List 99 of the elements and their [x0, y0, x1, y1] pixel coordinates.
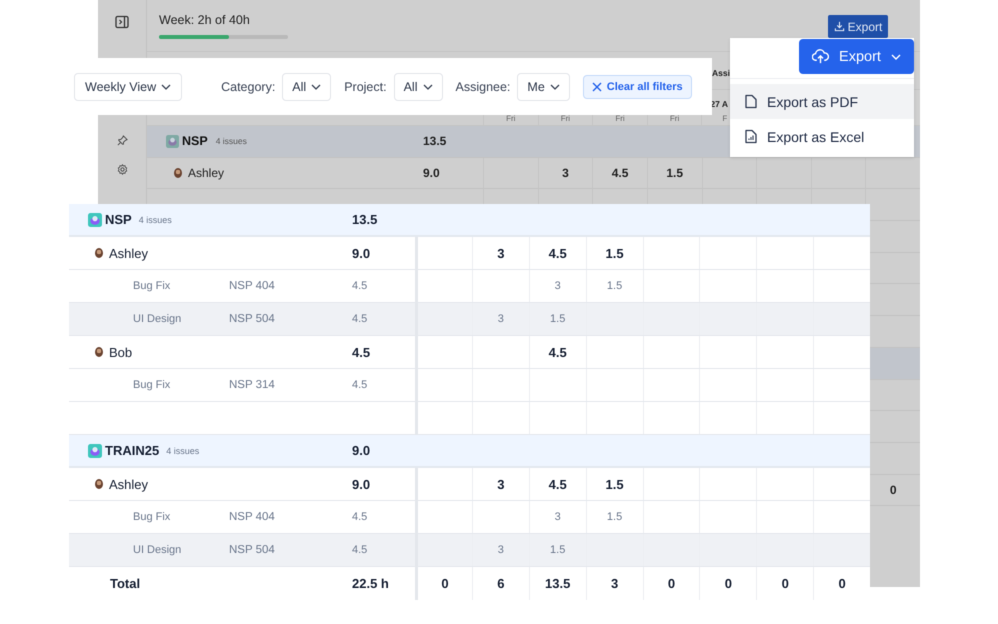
export-button[interactable]: Export	[799, 39, 914, 74]
project-name: NSP	[105, 212, 132, 227]
hours-total: 4.5	[352, 379, 368, 391]
table-cell: 4.5	[528, 237, 586, 269]
chevron-down-icon	[161, 84, 172, 90]
person-name: Ashley	[109, 246, 148, 260]
project-icon	[166, 134, 179, 148]
hours-total: 4.5	[352, 344, 370, 360]
filter-label: Category:	[221, 80, 276, 94]
chevron-down-icon	[550, 84, 560, 90]
hours-total: 13.5	[423, 134, 446, 148]
table-cell: 4.5	[528, 468, 586, 500]
hours-total: 9.0	[352, 476, 370, 492]
project-icon	[88, 212, 102, 226]
issue-count: 4 issues	[138, 214, 172, 224]
avatar-icon	[95, 347, 103, 357]
hours-total: 9.0	[352, 246, 370, 260]
table-cell: 1.5	[646, 158, 702, 188]
table-cell: 3	[528, 501, 586, 533]
table-cell: 1.5	[586, 237, 642, 269]
hours-total: 22.5 h	[352, 576, 389, 591]
project-name: TRAIN25	[105, 443, 160, 458]
task-type: UI Design	[133, 313, 182, 325]
cloud-upload-icon	[812, 49, 830, 64]
issue-key: NSP 314	[229, 379, 275, 391]
export-button[interactable]: Export	[828, 15, 888, 38]
chevron-down-icon	[890, 54, 901, 60]
table-cell: 3	[472, 237, 529, 269]
filter-dropdown[interactable]: All	[394, 72, 442, 100]
weekday-label: F	[722, 114, 728, 123]
table-cell: 1.5	[586, 468, 642, 500]
table-cell: 1.5	[528, 534, 586, 566]
table-cell: 0	[415, 567, 472, 600]
task-type: UI Design	[133, 544, 182, 556]
download-icon	[834, 21, 845, 32]
chevron-down-icon	[311, 84, 322, 90]
table-cell: 4.5	[592, 158, 647, 188]
filter-dropdown[interactable]: Me	[517, 72, 570, 100]
chevron-down-icon	[422, 84, 432, 90]
avatar-icon	[95, 248, 103, 258]
hours-total: 9.0	[352, 443, 370, 458]
table-cell: 3	[472, 468, 529, 500]
menu-item[interactable]: Export as PDF	[730, 84, 914, 119]
issue-key: NSP 504	[229, 544, 275, 556]
issue-count: 4 issues	[166, 446, 200, 456]
total-label: Total	[110, 576, 140, 591]
hours-total: 13.5	[352, 212, 378, 227]
sidebar-toggle-icon[interactable]	[115, 15, 129, 29]
filter-label: Assignee:	[456, 80, 510, 94]
table-cell: 0	[699, 567, 756, 600]
task-type: Bug Fix	[133, 280, 172, 292]
table-cell: 13.5	[528, 567, 586, 600]
week-hours-label: Week: 2h of 40h	[159, 13, 251, 27]
filter-dropdown[interactable]: All	[282, 72, 332, 100]
column-header: Assi	[712, 68, 730, 78]
table-cell: 1.5	[586, 270, 642, 302]
weekday-label: Fri	[560, 114, 570, 123]
issue-count: 4 issues	[216, 136, 247, 146]
hours-total: 4.5	[352, 313, 368, 325]
task-type: Bug Fix	[133, 379, 172, 391]
table-cell: 0	[756, 567, 814, 600]
table-cell: 1.5	[528, 303, 586, 335]
weekday-label: Fri	[670, 114, 680, 123]
hours-total: 4.5	[352, 280, 368, 292]
close-icon	[592, 82, 602, 92]
table-cell: 0	[642, 567, 700, 600]
issue-key: NSP 404	[229, 511, 275, 523]
table-cell: 3	[538, 158, 592, 188]
project-icon	[88, 444, 102, 458]
weekday-label: Fri	[615, 114, 625, 123]
task-type: Bug Fix	[133, 511, 172, 523]
avatar-icon	[95, 479, 103, 489]
chart-document-icon	[745, 129, 757, 144]
hours-total: 4.5	[352, 544, 368, 556]
issue-key: NSP 504	[229, 313, 275, 325]
table-cell: 0	[813, 567, 870, 600]
table-cell: 1.5	[586, 501, 642, 533]
table-cell: 4.5	[528, 336, 586, 368]
person-name: Ashley	[188, 166, 224, 180]
filter-label: Project:	[344, 80, 387, 94]
view-dropdown[interactable]: Weekly View	[74, 72, 182, 100]
document-icon	[745, 94, 757, 109]
weekday-label: Fri	[506, 114, 516, 123]
table-cell: 3	[472, 303, 529, 335]
hours-total: 4.5	[352, 511, 368, 523]
menu-item[interactable]: Export as Excel	[730, 119, 914, 154]
table-cell: 3	[472, 534, 529, 566]
issue-key: NSP 404	[229, 280, 275, 292]
person-name: Bob	[109, 344, 132, 360]
hours-total: 9.0	[423, 166, 440, 180]
table-cell: 3	[528, 270, 586, 302]
settings-icon[interactable]	[116, 164, 128, 175]
person-name: Ashley	[109, 476, 148, 492]
table-cell: 6	[472, 567, 529, 600]
avatar-icon	[174, 168, 182, 178]
table-cell: 3	[586, 567, 642, 600]
project-name: NSP	[182, 134, 208, 148]
clear-filters-button[interactable]: Clear all filters	[582, 74, 692, 98]
pin-icon[interactable]	[116, 135, 128, 146]
